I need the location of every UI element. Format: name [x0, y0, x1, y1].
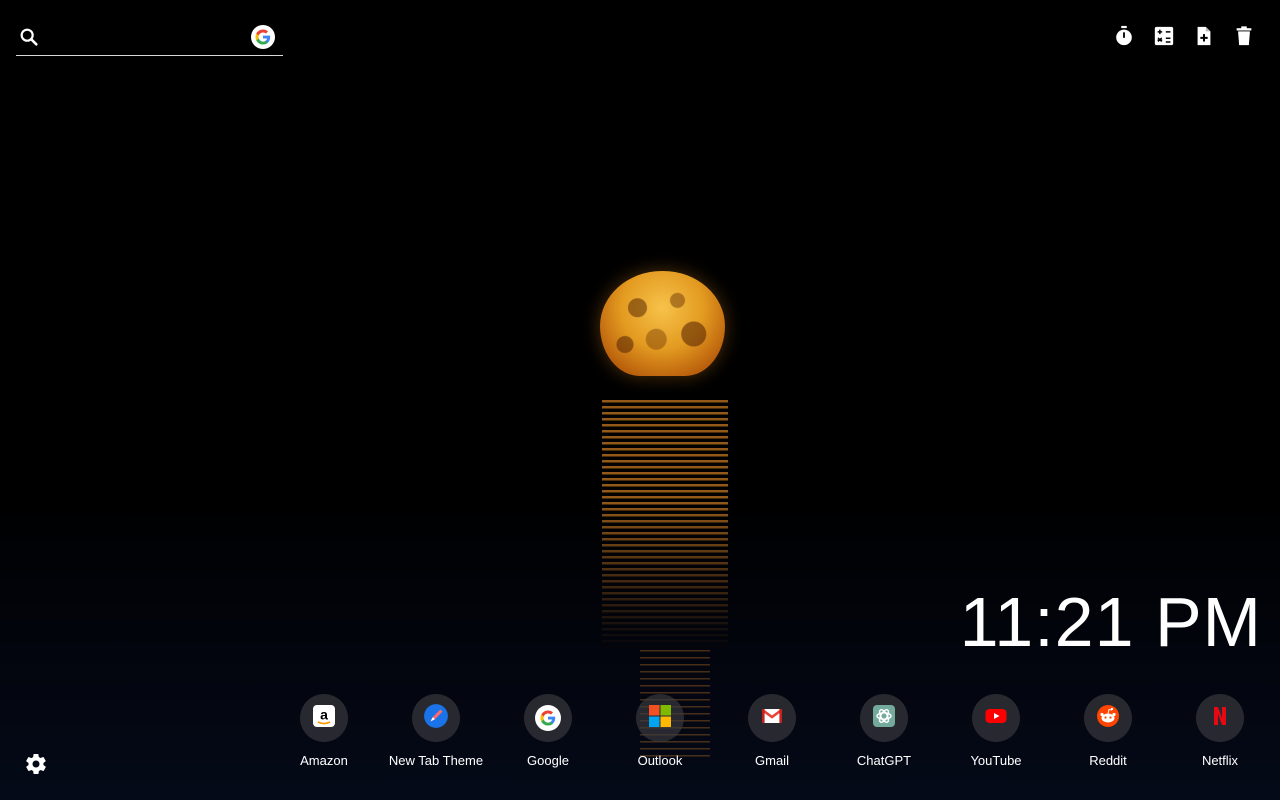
shortcut-label: YouTube — [970, 753, 1022, 768]
shortcut-google[interactable]: Google — [492, 694, 604, 768]
shortcuts-bar: a Amazon New Tab Theme Google Outlook Gm… — [268, 694, 1276, 768]
moon-image — [600, 271, 725, 376]
shortcut-youtube[interactable]: YouTube — [940, 694, 1052, 768]
new-tab-theme-icon — [423, 703, 449, 734]
netflix-icon — [1208, 704, 1232, 733]
shortcut-gmail[interactable]: Gmail — [716, 694, 828, 768]
shortcut-label: Outlook — [637, 753, 683, 768]
shortcut-label: Gmail — [755, 753, 789, 768]
gmail-icon — [760, 704, 784, 733]
shortcut-outlook[interactable]: Outlook — [604, 694, 716, 768]
shortcut-netflix[interactable]: Netflix — [1164, 694, 1276, 768]
toolbar — [1112, 24, 1256, 48]
moon-reflection — [602, 400, 728, 650]
search-bar — [16, 20, 283, 56]
search-icon[interactable] — [18, 26, 40, 48]
add-note-icon[interactable] — [1192, 24, 1216, 48]
shortcut-reddit[interactable]: Reddit — [1052, 694, 1164, 768]
shortcut-label: New Tab Theme — [388, 753, 484, 768]
google-icon[interactable] — [251, 25, 275, 49]
stopwatch-icon[interactable] — [1112, 24, 1136, 48]
shortcut-amazon[interactable]: a Amazon — [268, 694, 380, 768]
youtube-icon — [984, 704, 1008, 733]
reddit-icon — [1096, 704, 1120, 733]
amazon-icon: a — [312, 704, 336, 733]
shortcut-label: Reddit — [1089, 753, 1127, 768]
search-input[interactable] — [52, 26, 246, 52]
trash-icon[interactable] — [1232, 24, 1256, 48]
google-icon — [535, 705, 561, 731]
svg-text:a: a — [320, 706, 328, 722]
gear-icon[interactable] — [24, 752, 48, 776]
microsoft-icon — [648, 704, 672, 733]
shortcut-label: Netflix — [1201, 753, 1239, 768]
shortcut-chatgpt[interactable]: ChatGPT — [828, 694, 940, 768]
shortcut-new-tab-theme[interactable]: New Tab Theme — [380, 694, 492, 768]
shortcut-label: ChatGPT — [856, 753, 912, 768]
clock: 11:21 PM — [959, 583, 1262, 661]
shortcut-label: Amazon — [300, 753, 348, 768]
chatgpt-icon — [872, 704, 896, 733]
calculator-icon[interactable] — [1152, 24, 1176, 48]
background-wallpaper — [0, 0, 1280, 800]
shortcut-label: Google — [527, 753, 569, 768]
